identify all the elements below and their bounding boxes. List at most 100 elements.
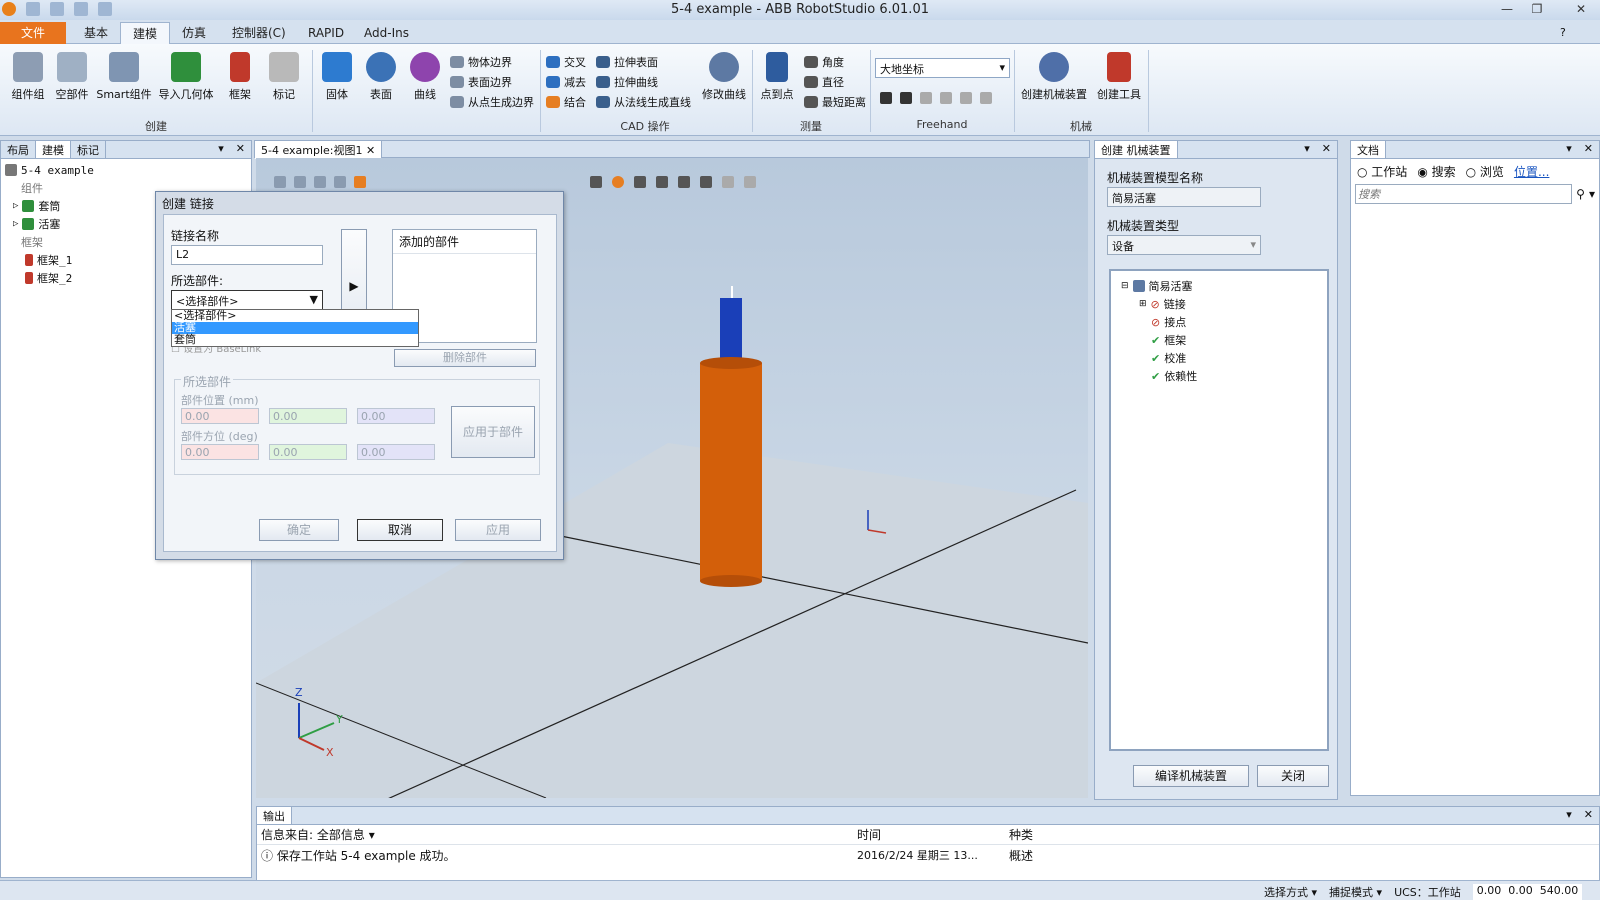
position-y-input[interactable]: 0.00 [269, 408, 347, 424]
position-z-input[interactable]: 0.00 [357, 408, 435, 424]
dropdown-option[interactable]: 套筒 [172, 334, 418, 346]
minimize-icon[interactable]: — [1496, 1, 1518, 17]
import-geometry-button[interactable]: 导入几何体 [157, 52, 215, 102]
snap-mode-dropdown[interactable]: 捕捉模式 ▾ [1329, 884, 1382, 900]
orientation-z-input[interactable]: 0.00 [357, 444, 435, 460]
sleeve-body[interactable] [700, 363, 762, 581]
tag-button[interactable]: 标记 [266, 52, 302, 102]
multi-robot-jog-icon[interactable] [980, 92, 992, 104]
orientation-y-input[interactable]: 0.00 [269, 444, 347, 460]
create-tool-button[interactable]: 创建工具 [1094, 52, 1144, 102]
min-distance-button[interactable]: 最短距离 [804, 92, 866, 112]
view-tool-icon[interactable] [314, 176, 326, 188]
apply-button[interactable]: 应用 [455, 519, 541, 541]
location-link[interactable]: 位置... [1514, 163, 1549, 180]
orientation-x-input[interactable]: 0.00 [181, 444, 259, 460]
modify-curve-button[interactable]: 修改曲线 [700, 52, 748, 102]
radio-search[interactable]: ◉ 搜索 [1417, 163, 1455, 180]
tab-layout[interactable]: 布局 [1, 141, 36, 158]
snap-center-icon[interactable] [612, 176, 624, 188]
tab-simulation[interactable]: 仿真 [170, 22, 218, 44]
tab-controller[interactable]: 控制器(C) [220, 22, 298, 44]
panel-close-icon[interactable]: ✕ [1578, 807, 1599, 824]
documents-search-input[interactable] [1355, 184, 1573, 204]
curve-button[interactable]: 曲线 [406, 52, 444, 102]
union-button[interactable]: 结合 [546, 92, 586, 112]
component-group-button[interactable]: 组件组 [8, 52, 48, 102]
radio-browse[interactable]: ○ 浏览 [1466, 163, 1504, 180]
measure-tool-icon[interactable] [722, 176, 734, 188]
tab-view1[interactable]: 5-4 example:视图1 ✕ [255, 141, 383, 159]
angle-button[interactable]: 角度 [804, 52, 866, 72]
tree-item-frames[interactable]: ✔ 框架 [1121, 331, 1317, 349]
empty-part-button[interactable]: 空部件 [52, 52, 92, 102]
expand-icon[interactable]: ▷ [13, 219, 18, 229]
boundary-from-points-button[interactable]: 从点生成边界 [450, 92, 534, 112]
link-name-input[interactable]: L2 [171, 245, 323, 265]
selected-part-select[interactable]: <选择部件> ▼ [171, 290, 323, 310]
output-row[interactable]: ⓘ 保存工作站 5-4 example 成功。 2016/2/24 星期三 13… [257, 845, 1599, 865]
output-title[interactable]: 输出 [257, 807, 292, 824]
panel-close-icon[interactable]: ✕ [1316, 141, 1337, 158]
view-tool-icon[interactable] [354, 176, 366, 188]
frame-button[interactable]: 框架 [222, 52, 258, 102]
remove-part-button[interactable]: 删除部件 [394, 349, 536, 367]
extrude-curve-button[interactable]: 拉伸曲线 [596, 72, 691, 92]
panel-close-icon[interactable]: ✕ [230, 141, 251, 158]
tab-tags[interactable]: 标记 [71, 141, 106, 158]
close-button[interactable]: 关闭 [1257, 765, 1329, 787]
chevron-down-icon[interactable]: ▾ [1589, 187, 1595, 201]
snap-object-icon[interactable] [700, 176, 712, 188]
help-icon[interactable]: ? [1560, 26, 1566, 39]
radio-station[interactable]: ○ 工作站 [1357, 163, 1407, 180]
smart-component-button[interactable]: Smart组件 [96, 52, 152, 102]
tree-item-calibration[interactable]: ✔ 校准 [1121, 349, 1317, 367]
search-icon[interactable]: ⚲ [1576, 187, 1585, 201]
surface-boundary-button[interactable]: 表面边界 [450, 72, 534, 92]
pin-icon[interactable]: ▾ [1560, 141, 1578, 158]
column-time[interactable]: 时间 [857, 826, 1009, 843]
tree-root[interactable]: 5-4 example [5, 161, 247, 179]
snap-edge-icon[interactable] [634, 176, 646, 188]
close-icon[interactable]: ✕ [1570, 1, 1592, 17]
cancel-button[interactable]: 取消 [357, 519, 443, 541]
move-icon[interactable] [880, 92, 892, 104]
surface-button[interactable]: 表面 [362, 52, 400, 102]
solid-button[interactable]: 固体 [318, 52, 356, 102]
jog-linear-icon[interactable] [940, 92, 952, 104]
view-tool-icon[interactable] [274, 176, 286, 188]
model-name-input[interactable]: 简易活塞 [1107, 187, 1261, 207]
tab-rapid[interactable]: RAPID [296, 22, 356, 44]
diameter-button[interactable]: 直径 [804, 72, 866, 92]
reference-frame-combo[interactable]: 大地坐标 ▾ [875, 58, 1010, 78]
create-mechanism-button[interactable]: 创建机械装置 [1018, 52, 1090, 102]
jog-joint-icon[interactable] [920, 92, 932, 104]
measure-tool-icon[interactable] [744, 176, 756, 188]
close-icon[interactable]: ✕ [366, 144, 375, 157]
select-mode-dropdown[interactable]: 选择方式 ▾ [1264, 884, 1317, 900]
mechanism-type-select[interactable]: 设备 ▾ [1107, 235, 1261, 255]
pin-icon[interactable]: ▾ [1560, 807, 1578, 824]
tab-modeling[interactable]: 建模 [120, 22, 171, 45]
tree-item-links[interactable]: ⊞ ⊘ 链接 [1121, 295, 1317, 313]
pin-icon[interactable]: ▾ [1298, 141, 1316, 158]
output-filter-select[interactable]: 信息来自: 全部信息 ▾ [257, 826, 477, 843]
ok-button[interactable]: 确定 [259, 519, 339, 541]
tree-item-joints[interactable]: ⊘ 接点 [1121, 313, 1317, 331]
view-tool-icon[interactable] [334, 176, 346, 188]
pin-icon[interactable]: ▾ [212, 141, 230, 158]
snap-midpoint-icon[interactable] [656, 176, 668, 188]
tree-item-dependency[interactable]: ✔ 依赖性 [1121, 367, 1317, 385]
tree-root-mechanism[interactable]: ⊟ 简易活塞 [1121, 277, 1317, 295]
point-to-point-button[interactable]: 点到点 [758, 52, 796, 102]
collapse-icon[interactable]: ⊟ [1121, 281, 1129, 291]
column-type[interactable]: 种类 [1009, 826, 1149, 843]
intersect-button[interactable]: 交叉 [546, 52, 586, 72]
tab-file[interactable]: 文件 (F) [0, 22, 66, 62]
extrude-surface-button[interactable]: 拉伸表面 [596, 52, 691, 72]
body-boundary-button[interactable]: 物体边界 [450, 52, 534, 72]
line-from-normal-button[interactable]: 从法线生成直线 [596, 92, 691, 112]
compile-mechanism-button[interactable]: 编译机械装置 [1133, 765, 1249, 787]
rotate-icon[interactable] [900, 92, 912, 104]
documents-panel-title[interactable]: 文档 [1351, 141, 1386, 158]
